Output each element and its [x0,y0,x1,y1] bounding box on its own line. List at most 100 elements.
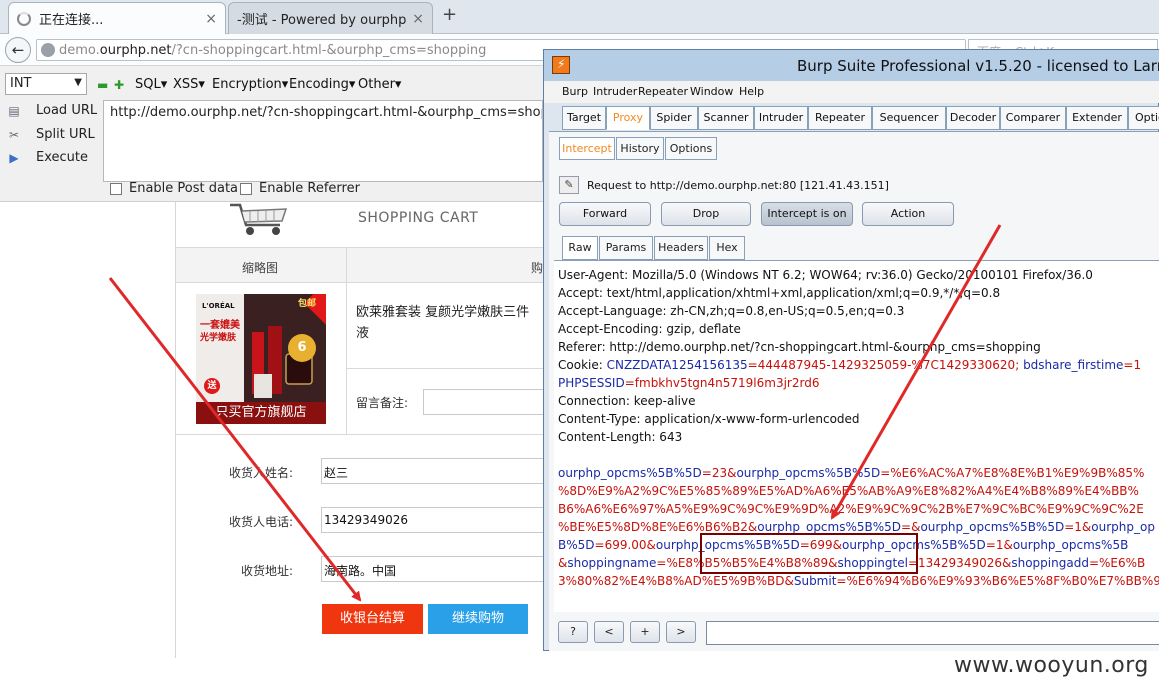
proxy-pane: Intercept History Options ✎ Request to h… [549,131,1159,651]
tab-proxy-options[interactable]: Options [665,137,717,160]
burp-main-tabs: Target Proxy Spider Scanner Intruder Rep… [558,106,1159,131]
new-tab-button[interactable]: + [442,4,457,25]
header-line: Content-Type: application/x-www-form-url… [558,412,860,426]
enable-referrer-checkbox[interactable]: Enable Referrer [240,181,360,196]
body-line: B6%A6%E6%97%A5%E9%9C%9C%E9%9D%A2%E9%9C%9… [558,502,1144,516]
request-target-text: Request to http://demo.ourphp.net:80 [12… [587,178,889,192]
header-line: Accept-Encoding: gzip, deflate [558,322,741,336]
store-banner: 只买官方旗舰店 [196,402,326,424]
name-label: 收货人姓名: [228,466,293,480]
tab-extender[interactable]: Extender [1066,106,1128,130]
tab-sequencer[interactable]: Sequencer [872,106,946,130]
tab-title: -测试 - Powered by ourphp [237,13,407,28]
menu-xss[interactable]: XSS▾ [173,77,205,92]
pencil-icon[interactable]: ✎ [559,176,579,194]
menu-encryption[interactable]: Encryption▾ [212,77,288,92]
tab-repeater[interactable]: Repeater [808,106,872,130]
divider [346,283,347,435]
next-button[interactable]: > [666,621,696,643]
tab-intruder[interactable]: Intruder [754,106,808,130]
product-image[interactable]: L'ORÉAL 一套媲美 光学嫩肤 包邮 6 送 只买官方旗舰店 [196,294,326,424]
tab-decoder[interactable]: Decoder [946,106,1000,130]
header-line: Accept-Language: zh-CN,zh;q=0.8,en-US;q=… [558,304,905,318]
execute-button[interactable]: ▶ Execute [6,150,88,165]
menu-window[interactable]: Window [690,85,733,98]
enable-post-checkbox[interactable]: Enable Post data [110,181,238,196]
burp-logo-icon: ⚡ [552,56,570,74]
tab-hex[interactable]: Hex [709,236,745,260]
hackbar-panel: INT ▼ ▬ ✚ SQL▾ XSS▾ Encryption▾ Encoding▾… [0,66,545,202]
hackbar-url-textarea[interactable]: http://demo.ourphp.net/?cn-shoppingcart.… [103,100,543,182]
play-icon: ▶ [9,150,19,165]
menu-burp[interactable]: Burp [562,85,588,98]
previous-button[interactable]: < [594,621,624,643]
menu-encoding[interactable]: Encoding▾ [289,77,355,92]
checkout-button[interactable]: 收银台结算 [322,604,423,634]
discount-badge: 6 [288,334,316,362]
product-tagline: 光学嫩肤 [200,333,237,343]
tab-raw[interactable]: Raw [562,236,598,260]
brand-logo: L'ORÉAL [202,302,235,310]
editor-search-bar: ? < + > [549,616,1159,652]
close-tab-icon[interactable]: × [205,11,217,27]
minus-icon[interactable]: ▬ [97,78,108,92]
tab-target[interactable]: Target [562,106,606,130]
forward-button[interactable]: Forward [559,202,651,226]
request-target: ✎ Request to http://demo.ourphp.net:80 [… [559,176,889,194]
product-tagline: 一套媲美 [200,320,240,331]
int-select[interactable]: INT ▼ [5,73,87,95]
product-name[interactable]: 欧莱雅套装 复颜光学嫩肤三件 [356,304,546,321]
shopping-cart-icon [230,203,288,235]
name-field[interactable]: 赵三 [321,458,547,484]
tab-options[interactable]: Options [1128,106,1159,130]
burp-menu-bar: Burp Intruder Repeater Window Help [544,81,1159,103]
raw-request-editor[interactable]: User-Agent: Mozilla/5.0 (Windows NT 6.2;… [554,260,1159,612]
continue-shopping-button[interactable]: 继续购物 [428,604,528,634]
close-tab-icon[interactable]: × [412,11,424,27]
product-name-continued: 液 [356,326,370,341]
col-buy: 购 [531,261,544,275]
load-url-icon: ▤ [8,103,20,118]
drop-button[interactable]: Drop [661,202,751,226]
cart-table-header: 缩略图 购 [176,247,547,283]
intercept-toggle-button[interactable]: Intercept is on [761,202,853,226]
checkbox-box[interactable] [110,182,122,195]
header-line: Accept: text/html,application/xhtml+xml,… [558,286,1001,300]
menu-help[interactable]: Help [739,85,764,98]
tab-loading[interactable]: 正在连接... × [8,2,226,34]
column-divider [346,248,347,282]
menu-repeater[interactable]: Repeater [638,85,688,98]
divider [176,434,547,435]
tab-params[interactable]: Params [599,236,653,260]
browser-tab-bar: 正在连接... × -测试 - Powered by ourphp × + [0,0,1159,34]
address-field[interactable]: 海南路。中国 [321,556,547,582]
add-button[interactable]: + [630,621,660,643]
tab-ourphp[interactable]: -测试 - Powered by ourphp × [228,2,433,34]
split-url-button[interactable]: ✂ Split URL [6,127,95,142]
checkbox-box[interactable] [240,182,252,195]
menu-intruder[interactable]: Intruder [593,85,637,98]
window-title: Burp Suite Professional v1.5.20 - licens… [797,57,1159,75]
tab-scanner[interactable]: Scanner [698,106,754,130]
watermark: www.wooyun.org [954,653,1149,678]
burp-title-bar: ⚡ Burp Suite Professional v1.5.20 - lice… [544,50,1159,81]
phone-field[interactable]: 13429349026 [321,507,547,533]
action-button[interactable]: Action [862,202,954,226]
plus-icon[interactable]: ✚ [114,78,124,92]
back-button[interactable]: ← [5,37,31,63]
note-field[interactable] [423,389,549,415]
tab-headers[interactable]: Headers [654,236,708,260]
search-field[interactable] [706,621,1159,645]
burp-suite-window: ⚡ Burp Suite Professional v1.5.20 - lice… [543,49,1159,651]
tab-history[interactable]: History [616,137,664,160]
address-text: demo.ourphp.net/?cn-shoppingcart.html-&o… [59,43,487,58]
menu-sql[interactable]: SQL▾ [135,77,167,92]
divider [347,368,547,369]
menu-other[interactable]: Other▾ [358,77,401,92]
tab-intercept[interactable]: Intercept [559,137,615,160]
tab-comparer[interactable]: Comparer [1000,106,1066,130]
tab-proxy[interactable]: Proxy [606,106,650,130]
help-button[interactable]: ? [558,621,588,643]
tab-spider[interactable]: Spider [650,106,698,130]
load-url-button[interactable]: ▤ Load URL [6,103,97,118]
